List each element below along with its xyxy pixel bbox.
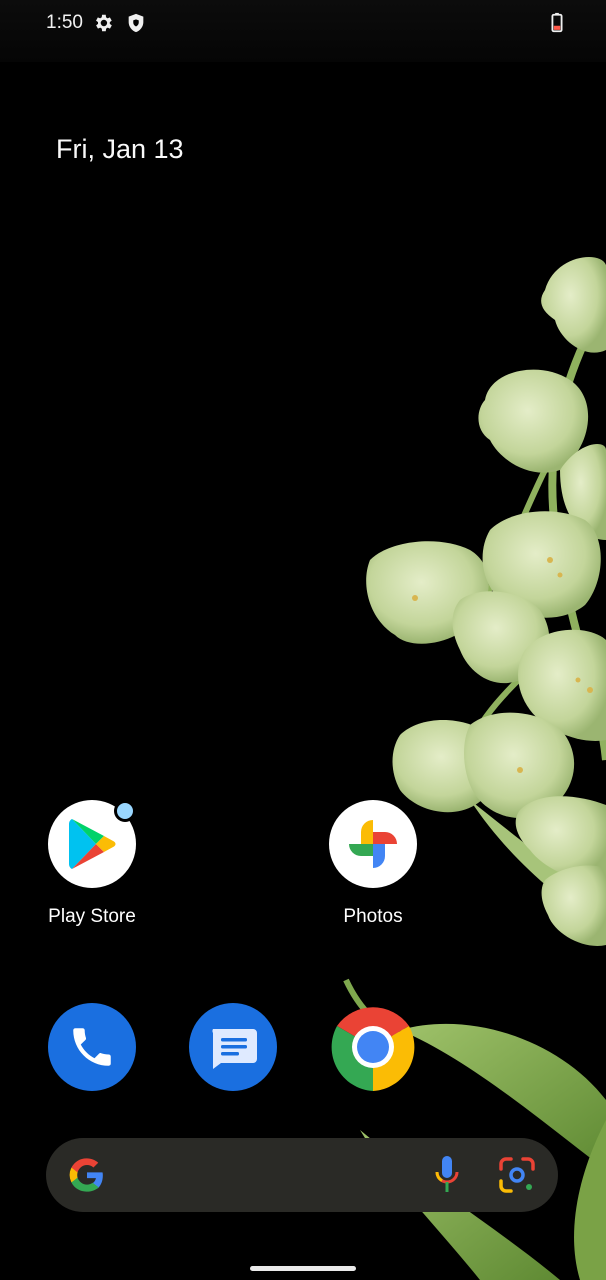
shield-icon [128, 13, 144, 33]
chrome-icon [331, 1007, 415, 1091]
notification-dot [114, 800, 136, 822]
app-label: Play Store [48, 906, 136, 927]
battery-low-icon [551, 12, 563, 33]
chrome-app[interactable] [329, 1003, 417, 1091]
phone-icon [73, 1028, 111, 1066]
app-photos[interactable]: Photos [298, 800, 448, 928]
google-g-icon[interactable] [68, 1156, 106, 1194]
google-search-bar[interactable] [46, 1138, 558, 1212]
gesture-nav-handle[interactable] [250, 1266, 356, 1271]
status-time: 1:50 [46, 12, 83, 33]
phone-app[interactable] [48, 1003, 136, 1091]
gear-icon [96, 14, 112, 32]
microphone-icon[interactable] [432, 1154, 462, 1196]
app-label: Photos [343, 906, 403, 927]
google-lens-icon[interactable] [498, 1156, 536, 1194]
play-store-icon[interactable] [48, 800, 136, 888]
messages-app[interactable] [189, 1003, 277, 1091]
date-widget[interactable]: Fri, Jan 13 [56, 134, 184, 165]
status-bar: 1:50 [0, 0, 606, 62]
messages-icon [212, 1029, 257, 1069]
photos-icon[interactable] [329, 800, 417, 888]
app-play-store[interactable]: Play Store [17, 800, 167, 928]
